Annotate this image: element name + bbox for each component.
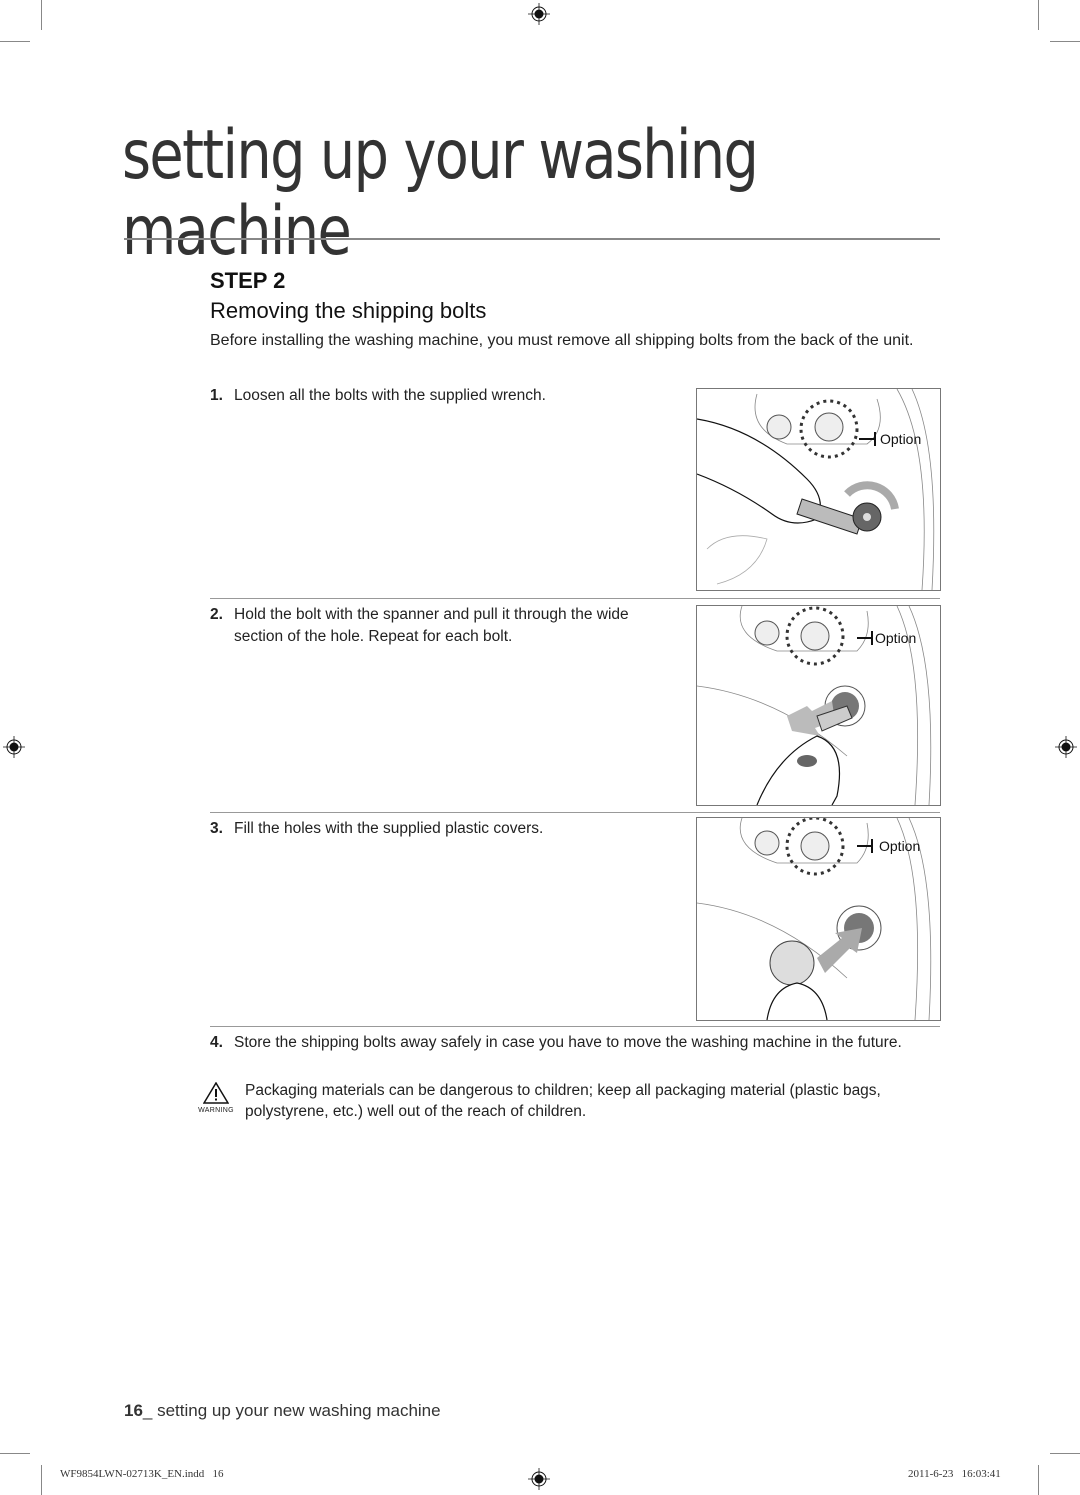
title-underline: [124, 238, 940, 240]
warning-label: WARNING: [198, 1107, 234, 1114]
step-item: 1. Loosen all the bolts with the supplied…: [210, 385, 680, 407]
step-number: 3.: [210, 820, 223, 837]
step-number: 2.: [210, 606, 223, 623]
warning-text: Packaging materials can be dangerous to …: [245, 1082, 881, 1120]
crop-mark: [0, 1453, 30, 1454]
page-number: 16: [124, 1401, 143, 1420]
crop-mark: [41, 0, 42, 30]
step-text: Store the shipping bolts away safely in …: [234, 1034, 902, 1051]
step-text: Fill the holes with the supplied plastic…: [234, 820, 544, 837]
section-divider: [210, 1026, 940, 1027]
registration-mark-icon: [3, 736, 25, 758]
page-title-line-2: machine: [122, 192, 352, 271]
warning-badge: WARNING: [196, 1081, 236, 1114]
step-text: Loosen all the bolts with the supplied w…: [234, 387, 546, 404]
crop-mark: [1038, 0, 1039, 30]
spanner-illustration: Option: [697, 606, 932, 805]
step-item: 3. Fill the holes with the supplied plast…: [210, 818, 680, 840]
figure-pull-bolts: Option: [696, 605, 941, 806]
step-item: 2. Hold the bolt with the spanner and pul…: [210, 604, 680, 648]
crop-mark: [1038, 1465, 1039, 1495]
registration-mark-icon: [528, 1468, 550, 1490]
figure-fill-holes: Option: [696, 817, 941, 1021]
step-label: STEP 2: [210, 268, 286, 293]
page-footer: 16_ setting up your new washing machine: [124, 1401, 441, 1421]
section-divider: [210, 598, 940, 599]
page-title: setting up your washing machine: [122, 116, 759, 271]
crop-mark: [1050, 41, 1080, 42]
crop-mark: [1050, 1453, 1080, 1454]
cover-illustration: Option: [697, 818, 932, 1020]
registration-mark-icon: [528, 3, 550, 25]
step-item: 4. Store the shipping bolts away safely i…: [210, 1032, 940, 1054]
footer-text: _ setting up your new washing machine: [142, 1401, 441, 1420]
crop-mark: [41, 1465, 42, 1495]
intro-paragraph: Before installing the washing machine, y…: [210, 332, 914, 349]
option-label: Option: [875, 630, 916, 646]
figure-loosen-bolts: Option: [696, 388, 941, 591]
section-divider: [210, 812, 940, 813]
option-label: Option: [880, 431, 921, 447]
option-label: Option: [879, 838, 920, 854]
warning-triangle-icon: [202, 1081, 230, 1104]
wrench-illustration: Option: [697, 389, 935, 590]
print-slug-file: WF9854LWN-02713K_EN.indd 16: [60, 1468, 224, 1480]
step-number: 4.: [210, 1034, 223, 1051]
registration-mark-icon: [1055, 736, 1077, 758]
step-number: 1.: [210, 387, 223, 404]
page-title-line-1: setting up your washing: [122, 116, 759, 195]
print-slug-date: 2011-6-23 16:03:41: [908, 1468, 1001, 1480]
crop-mark: [0, 41, 30, 42]
section-title: Removing the shipping bolts: [210, 298, 487, 323]
step-text: Hold the bolt with the spanner and pull …: [234, 606, 629, 645]
